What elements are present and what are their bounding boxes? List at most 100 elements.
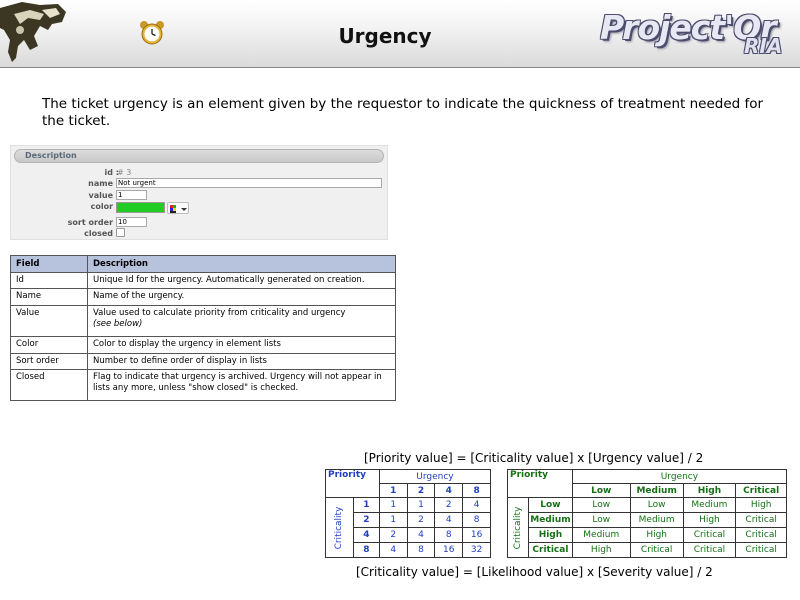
matrix-row-header: 1 bbox=[352, 497, 380, 513]
matrix-row-group: Criticality bbox=[325, 497, 354, 558]
matrix-column-header: High bbox=[682, 483, 737, 498]
matrix-cell: 1 bbox=[406, 497, 436, 513]
matrix-cell: Critical bbox=[735, 527, 787, 543]
column-header-field: Field bbox=[10, 255, 88, 273]
field-name: Value bbox=[10, 305, 88, 337]
fields-table: Field Description Id Unique Id for the u… bbox=[10, 255, 396, 401]
matrix-cell: Medium bbox=[629, 512, 684, 528]
matrix-corner-label: Priority bbox=[325, 469, 380, 498]
matrix-cell: High bbox=[629, 527, 684, 543]
color-swatch[interactable] bbox=[116, 202, 165, 213]
matrix-cell: 4 bbox=[462, 497, 491, 513]
palette-icon bbox=[170, 205, 187, 213]
matrix-column-header: 4 bbox=[434, 483, 464, 498]
field-description: Value used to calculate priority from cr… bbox=[93, 308, 346, 318]
closed-checkbox[interactable] bbox=[116, 228, 125, 237]
matrix-column-header: 8 bbox=[462, 483, 491, 498]
table-row: Id Unique Id for the urgency. Automatica… bbox=[10, 272, 396, 289]
matrix-cell: Critical bbox=[735, 542, 787, 558]
field-name: Closed bbox=[10, 369, 88, 401]
matrix-cell: 8 bbox=[462, 512, 491, 528]
field-description: Name of the urgency. bbox=[87, 288, 396, 306]
matrix-cell: High bbox=[682, 512, 737, 528]
matrix-corner-label: Priority bbox=[507, 469, 573, 498]
field-name: Color bbox=[10, 336, 88, 354]
table-row: Name Name of the urgency. bbox=[10, 288, 396, 306]
matrix-row-header: Medium bbox=[528, 512, 573, 528]
matrix-cell: 8 bbox=[434, 527, 464, 543]
matrix-cell: 2 bbox=[378, 527, 408, 543]
name-field[interactable]: Not urgent bbox=[116, 178, 382, 188]
matrix-cell: High bbox=[735, 497, 787, 513]
intro-text: The ticket urgency is an element given b… bbox=[42, 96, 764, 129]
matrix-column-header: Medium bbox=[629, 483, 684, 498]
closed-label: closed : bbox=[84, 229, 119, 238]
matrix-cell: 1 bbox=[378, 497, 408, 513]
matrix-cell: Critical bbox=[735, 512, 787, 528]
matrix-cell: Low bbox=[629, 497, 684, 513]
matrix-row-header: 2 bbox=[352, 512, 380, 528]
matrix-row-header: High bbox=[528, 527, 573, 543]
matrix-column-group: Urgency bbox=[571, 469, 788, 484]
matrix-column-header: 1 bbox=[378, 483, 408, 498]
matrix-cell: Medium bbox=[571, 527, 631, 543]
priority-formula: [Priority value] = [Criticality value] x… bbox=[364, 451, 704, 465]
name-label: name : bbox=[88, 179, 119, 188]
matrix-row-group-label: Criticality bbox=[334, 506, 345, 549]
matrix-column-group: Urgency bbox=[378, 469, 492, 484]
field-name: Id bbox=[10, 272, 88, 289]
matrix-row-header: 4 bbox=[352, 527, 380, 543]
criticality-formula: [Criticality value] = [Likelihood value]… bbox=[356, 565, 713, 579]
matrix-cell: Medium bbox=[682, 497, 737, 513]
color-picker-button[interactable] bbox=[167, 202, 189, 214]
section-title: Description bbox=[25, 151, 77, 160]
matrix-cell: 2 bbox=[434, 497, 464, 513]
matrix-column-header: 2 bbox=[406, 483, 436, 498]
id-value: # 3 bbox=[117, 168, 132, 177]
matrix-cell: Critical bbox=[682, 527, 737, 543]
matrix-cell: 32 bbox=[462, 542, 491, 558]
matrix-cell: Critical bbox=[682, 542, 737, 558]
matrix-row-group: Criticality bbox=[506, 497, 530, 558]
page-header: Urgency Project'Or RIA bbox=[0, 0, 800, 68]
matrix-row-header: Critical bbox=[528, 542, 573, 558]
matrix-cell: 4 bbox=[434, 512, 464, 528]
matrix-cell: Low bbox=[571, 497, 631, 513]
matrix-cell: Critical bbox=[629, 542, 684, 558]
table-header-row: Field Description bbox=[10, 255, 396, 273]
color-label: color : bbox=[90, 202, 119, 211]
sort-order-label: sort order : bbox=[67, 218, 119, 227]
table-row: Closed Flag to indicate that urgency is … bbox=[10, 369, 396, 401]
field-description: Flag to indicate that urgency is archive… bbox=[87, 369, 396, 401]
field-description: Color to display the urgency in element … bbox=[87, 336, 396, 354]
matrix-column-header: Critical bbox=[735, 483, 787, 498]
description-form: Description id : # 3 name : Not urgent v… bbox=[10, 145, 388, 240]
field-note: (see below) bbox=[93, 319, 143, 329]
field-name: Name bbox=[10, 288, 88, 306]
matrix-cell: Low bbox=[571, 512, 631, 528]
section-header[interactable]: Description bbox=[14, 149, 384, 163]
priority-label-matrix: Priority Urgency Low Medium High Critica… bbox=[506, 469, 788, 558]
brand-logo: Project'Or RIA bbox=[596, 2, 800, 66]
matrix-cell: 8 bbox=[406, 542, 436, 558]
table-row: Value Value used to calculate priority f… bbox=[10, 305, 396, 337]
matrix-row-header: Low bbox=[528, 497, 573, 513]
field-description: Unique Id for the urgency. Automatically… bbox=[87, 272, 396, 289]
value-label: value : bbox=[88, 191, 119, 200]
matrix-cell: 16 bbox=[462, 527, 491, 543]
column-header-description: Description bbox=[87, 255, 396, 273]
field-description: Number to define order of display in lis… bbox=[87, 353, 396, 370]
matrix-cell: 2 bbox=[406, 512, 436, 528]
matrix-cell: 1 bbox=[378, 512, 408, 528]
priority-numeric-matrix: Priority Urgency 1 2 4 8 Criticality 1 1… bbox=[325, 469, 492, 558]
table-row: Sort order Number to define order of dis… bbox=[10, 353, 396, 370]
value-field[interactable]: 1 bbox=[116, 190, 147, 200]
sort-order-field[interactable]: 10 bbox=[116, 217, 147, 227]
matrix-cell: 16 bbox=[434, 542, 464, 558]
matrix-row-group-label: Criticality bbox=[513, 506, 524, 549]
field-description-cell: Value used to calculate priority from cr… bbox=[87, 305, 396, 337]
brand-suffix: RIA bbox=[744, 34, 783, 58]
matrix-cell: 4 bbox=[406, 527, 436, 543]
matrix-cell: High bbox=[571, 542, 631, 558]
matrix-column-header: Low bbox=[571, 483, 631, 498]
